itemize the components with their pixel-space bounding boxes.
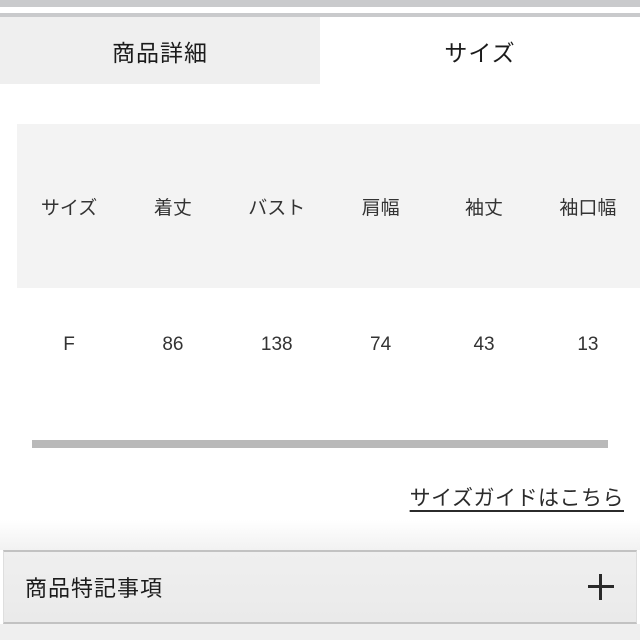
cell-sleeve-length: 43: [432, 288, 536, 401]
column-header-size: サイズ: [17, 124, 122, 288]
size-guide-row: サイズガイドはこちら: [0, 478, 640, 520]
size-table-scroll-container[interactable]: サイズ 着丈 バスト 肩幅 袖丈 袖口幅 F 86 138 74 43 13: [0, 84, 640, 454]
cell-bust: 138: [224, 288, 329, 401]
horizontal-scrollbar-thumb[interactable]: [32, 440, 608, 448]
column-header-bust: バスト: [224, 124, 329, 288]
tab-size[interactable]: サイズ: [320, 17, 640, 84]
top-chrome-bar: [0, 0, 640, 7]
cell-size: F: [17, 288, 122, 401]
plus-icon[interactable]: [588, 574, 614, 600]
horizontal-scrollbar-track[interactable]: [32, 440, 608, 448]
table-row: F 86 138 74 43 13: [17, 288, 640, 401]
size-table-header-row: サイズ 着丈 バスト 肩幅 袖丈 袖口幅: [17, 124, 640, 288]
cell-cuff-width: 13: [535, 288, 640, 401]
tab-size-label: サイズ: [444, 39, 516, 66]
accordion-product-notes-label: 商品特記事項: [25, 576, 164, 601]
cell-shoulder-width: 74: [328, 288, 433, 401]
accordion-product-notes[interactable]: 商品特記事項: [3, 550, 637, 624]
bottom-filler: [0, 624, 640, 640]
column-header-sleeve-length: 袖丈: [432, 124, 536, 288]
cell-length: 86: [121, 288, 225, 401]
section-gradient-filler: [0, 520, 640, 550]
tab-strip: 商品詳細 サイズ: [0, 17, 640, 84]
size-guide-link[interactable]: サイズガイドはこちら: [410, 482, 624, 512]
tab-product-details[interactable]: 商品詳細: [0, 17, 320, 84]
size-table: サイズ 着丈 バスト 肩幅 袖丈 袖口幅 F 86 138 74 43 13: [17, 124, 640, 401]
size-table-head: サイズ 着丈 バスト 肩幅 袖丈 袖口幅: [17, 124, 640, 288]
size-table-body: F 86 138 74 43 13: [17, 288, 640, 401]
column-header-length: 着丈: [121, 124, 225, 288]
column-header-shoulder-width: 肩幅: [328, 124, 433, 288]
column-header-cuff-width: 袖口幅: [535, 124, 640, 288]
tab-product-details-label: 商品詳細: [112, 39, 208, 66]
